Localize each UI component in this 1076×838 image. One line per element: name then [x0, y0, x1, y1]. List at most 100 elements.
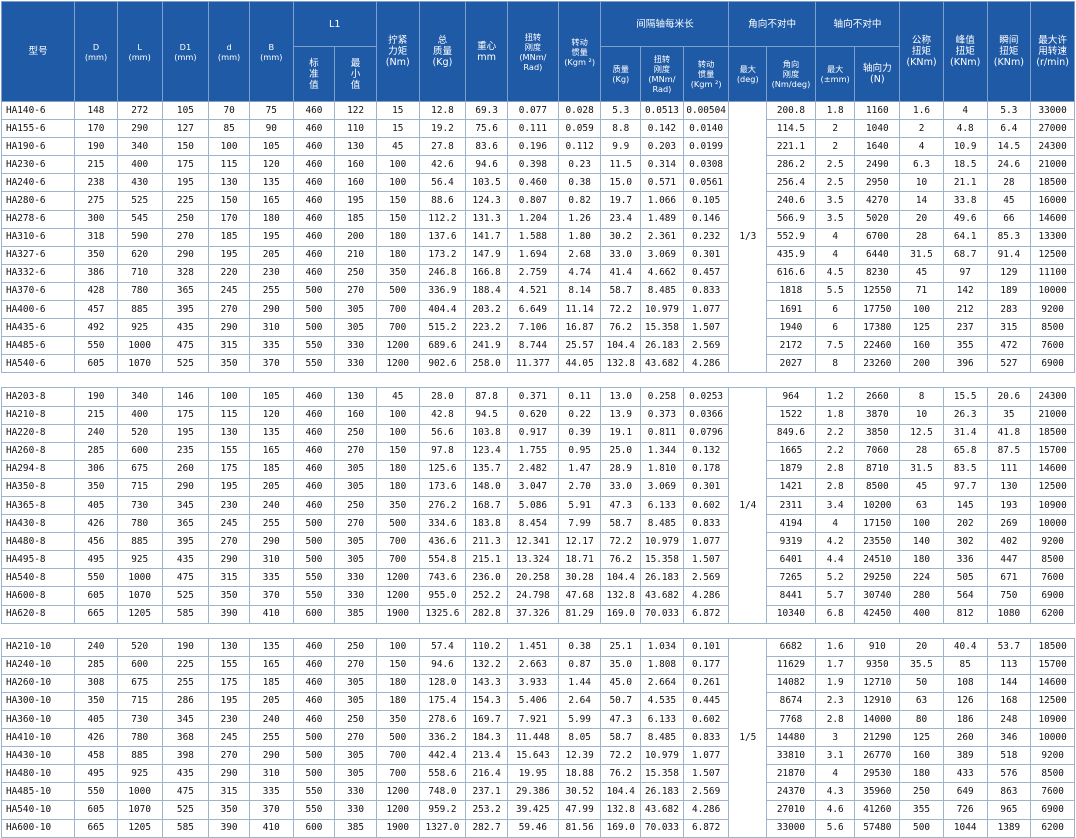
- table-cell: 428: [74, 281, 118, 302]
- table-cell: 748.0: [418, 782, 467, 802]
- table-cell: 460: [292, 245, 336, 265]
- table-cell: 290: [248, 746, 294, 766]
- model-cell: HA210-8: [0, 405, 76, 425]
- table-cell: 460: [292, 155, 336, 175]
- table-cell: 189: [986, 281, 1032, 302]
- table-cell: 4: [942, 100, 988, 121]
- table-cell: 15.358: [640, 318, 684, 338]
- table-cell: 2950: [854, 173, 901, 193]
- table-cell: 43.682: [640, 354, 684, 374]
- table-cell: 436.6: [418, 532, 467, 552]
- table-cell: 94.6: [418, 655, 467, 675]
- table-cell: 35.0: [600, 655, 642, 675]
- table-row: HA240-6 238 430 195 130 135 460 160 100 56.4 103.5…: [0, 173, 1075, 193]
- model-cell: HA210-10: [0, 637, 76, 657]
- table-cell: 17750: [854, 300, 901, 320]
- table-cell: 435.9: [766, 245, 816, 265]
- table-cell: 1.077: [682, 532, 730, 552]
- table-cell: 18.88: [557, 764, 602, 784]
- table-cell: 550: [292, 782, 336, 802]
- table-cell: 0.177: [682, 655, 730, 675]
- header-line: mm: [477, 51, 496, 63]
- table-cell: 2.3: [814, 691, 856, 712]
- table-cell: 558.6: [418, 764, 467, 784]
- table-cell: 600: [292, 604, 336, 624]
- table-cell: 400: [116, 155, 163, 175]
- table-cell: 71: [899, 281, 944, 302]
- table-cell: 0.38: [557, 173, 602, 193]
- table-cell: 305: [334, 477, 377, 497]
- table-cell: 58.7: [600, 728, 642, 748]
- table-cell: 250: [334, 709, 377, 730]
- table-cell: 525: [161, 354, 210, 374]
- table-cell: 305: [334, 746, 377, 766]
- table-cell: 6682: [766, 637, 816, 657]
- table-cell: 155: [208, 441, 250, 461]
- table-cell: 447: [986, 550, 1032, 570]
- table-cell: 1000: [116, 568, 163, 588]
- table-cell: 185: [248, 673, 294, 693]
- table-cell: 12500: [1030, 691, 1075, 712]
- table-cell: 8.14: [557, 281, 602, 302]
- group-spacer: [1, 372, 1075, 389]
- table-cell: 195: [208, 477, 250, 497]
- table-cell: 6200: [1030, 818, 1075, 838]
- table-cell: 1.451: [506, 637, 559, 657]
- table-cell: 400: [899, 604, 944, 624]
- table-cell: 4: [899, 137, 944, 157]
- table-cell: 29250: [854, 568, 901, 588]
- table-cell: 2172: [766, 336, 816, 356]
- header-line: (r/min): [1036, 57, 1069, 68]
- table-cell: 200: [334, 227, 377, 247]
- table-cell: 238: [74, 173, 118, 193]
- table-cell: 2.64: [557, 691, 602, 712]
- table-cell: 3: [814, 728, 856, 748]
- table-cell: 270: [334, 655, 377, 675]
- table-cell: 6.649: [506, 300, 559, 320]
- table-cell: 430: [116, 173, 163, 193]
- model-cell: HA300-10: [0, 691, 76, 712]
- table-cell: 135.7: [465, 459, 508, 479]
- table-cell: 404.4: [418, 300, 467, 320]
- table-cell: 190: [74, 137, 118, 157]
- table-cell: 665: [74, 818, 118, 838]
- table-cell: 26.183: [640, 568, 684, 588]
- table-cell: 290: [208, 764, 250, 784]
- table-cell: 4: [814, 227, 856, 247]
- table-cell: 248: [986, 709, 1032, 730]
- table-cell: 7768: [766, 709, 816, 730]
- table-cell: 475: [161, 568, 210, 588]
- table-cell: 215: [74, 155, 118, 175]
- table-cell: 350: [208, 354, 250, 374]
- table-cell: 336.2: [418, 728, 467, 748]
- table-cell: 435: [161, 764, 210, 784]
- header-line: L1: [329, 18, 341, 30]
- table-cell: 605: [74, 354, 118, 374]
- table-cell: 240: [248, 709, 294, 730]
- table-cell: 600: [292, 818, 336, 838]
- table-cell: 72.2: [600, 746, 642, 766]
- table-cell: 5.2: [814, 568, 856, 588]
- header-line: 公称: [911, 35, 932, 46]
- table-row: HA220-8 240 520 195 130 135 460 250 100 56.6 103.8…: [0, 423, 1075, 443]
- table-cell: 1.6: [814, 637, 856, 657]
- table-row: HA300-10 350 715 286 195 205 460 305 180 175.4 154…: [0, 691, 1075, 712]
- table-cell: 925: [116, 318, 163, 338]
- table-cell: 335: [248, 336, 294, 356]
- table-cell: 6440: [854, 245, 901, 265]
- table-cell: 112.2: [418, 209, 467, 229]
- table-cell: 24.798: [506, 586, 559, 606]
- table-cell: 166.8: [465, 263, 508, 283]
- table-cell: 17380: [854, 318, 901, 338]
- table-row: HA190-6 190 340 150 100 105 460 130 45 27.8 83.6 0.…: [0, 137, 1075, 157]
- table-cell: 211.3: [465, 532, 508, 552]
- table-cell: 190: [161, 637, 210, 657]
- header-inertia: 转动 惯量 (Kgm ²): [557, 1, 602, 102]
- table-cell: 442.4: [418, 746, 467, 766]
- table-cell: 57.4: [418, 637, 467, 657]
- table-cell: 590: [116, 227, 163, 247]
- table-cell: 250: [334, 263, 377, 283]
- header-line: 最: [350, 57, 361, 69]
- table-cell: 123.4: [465, 441, 508, 461]
- table-cell: 20: [899, 637, 944, 657]
